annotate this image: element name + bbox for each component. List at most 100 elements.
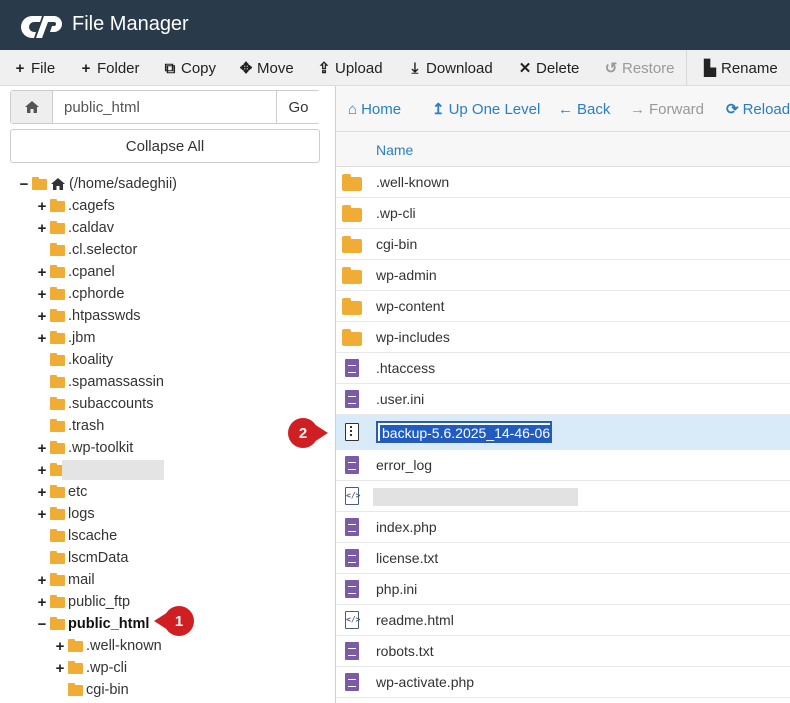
tree-item-well-known[interactable]: + .well-known (54, 636, 162, 656)
file-row-selected[interactable]: backup-5.6.2025_14-46-06 (336, 415, 790, 450)
tree-item-subaccounts[interactable]: .subaccounts (50, 394, 153, 414)
tree-item-wp-cli[interactable]: + .wp-cli (54, 658, 127, 678)
tree-item-lscache[interactable]: lscache (50, 526, 117, 546)
restore-button[interactable]: ↺ Restore (603, 50, 675, 86)
tree-item-home[interactable]: − (/home/sadeghii) (18, 174, 177, 194)
file-row[interactable]: </> (336, 481, 790, 512)
expand-icon[interactable]: + (36, 572, 48, 589)
tree-item-mail[interactable]: + mail (36, 570, 95, 590)
expand-icon[interactable]: + (36, 330, 48, 347)
folder-icon (68, 682, 83, 696)
tree-item-wp-toolkit[interactable]: + .wp-toolkit (36, 438, 134, 458)
tree-item-label: .cl.selector (68, 242, 138, 258)
tree-item-label: .well-known (86, 638, 162, 654)
expand-icon[interactable]: + (36, 308, 48, 325)
file-row[interactable]: robots.txt (336, 636, 790, 667)
tree-item-spamassassin[interactable]: .spamassassin (50, 372, 164, 392)
reload-button[interactable]: ⟳ Reload (726, 86, 790, 132)
file-row[interactable]: cgi-bin (336, 229, 790, 260)
tree-item-etc[interactable]: + etc (36, 482, 88, 502)
folder-icon (50, 572, 65, 586)
file-row[interactable]: wp-includes (336, 322, 790, 353)
file-row[interactable]: .wp-cli (336, 198, 790, 229)
expand-icon[interactable]: + (36, 484, 48, 501)
tree-item-cphorde[interactable]: + .cphorde (36, 284, 125, 304)
tree-item-label: .cphorde (68, 286, 125, 302)
folder-open-icon (50, 616, 65, 630)
file-row[interactable]: php.ini (336, 574, 790, 605)
arrow-left-icon: ← (558, 100, 573, 118)
rename-button[interactable]: ▙ Rename (702, 50, 777, 86)
tree-item-lscmdata[interactable]: lscmData (50, 548, 128, 568)
tree-item-logs[interactable]: + logs (36, 504, 95, 524)
file-row[interactable]: wp-activate.php (336, 667, 790, 698)
upload-icon: ⇪ (317, 60, 331, 77)
file-row[interactable]: error_log (336, 450, 790, 481)
home-button[interactable] (11, 91, 53, 123)
tree-item-public-ftp[interactable]: + public_ftp (36, 592, 130, 612)
expand-icon[interactable]: + (54, 638, 66, 655)
redacted-label (373, 488, 578, 506)
folder-icon (50, 594, 65, 608)
expand-icon[interactable]: + (36, 462, 48, 479)
expand-icon[interactable]: + (36, 506, 48, 523)
expand-icon[interactable]: + (36, 440, 48, 457)
expand-icon[interactable]: + (54, 660, 66, 677)
folder-icon (50, 440, 65, 454)
forward-button[interactable]: → Forward (630, 86, 704, 132)
file-row[interactable]: .htaccess (336, 353, 790, 384)
home-nav-button[interactable]: ⌂ Home (348, 86, 401, 132)
file-row[interactable]: .user.ini (336, 384, 790, 415)
collapse-icon[interactable]: − (18, 176, 30, 193)
file-row[interactable]: license.txt (336, 543, 790, 574)
expand-icon[interactable]: + (36, 198, 48, 215)
file-row[interactable]: .well-known (336, 167, 790, 198)
path-input[interactable] (53, 91, 277, 123)
copy-button[interactable]: ⧉ Copy (162, 50, 216, 86)
go-button[interactable]: Go (276, 91, 320, 123)
new-folder-button[interactable]: + Folder (78, 50, 140, 86)
tree-item-koality[interactable]: .koality (50, 350, 113, 370)
expand-icon[interactable]: + (36, 286, 48, 303)
tree-item-public-html[interactable]: − public_html (36, 614, 150, 634)
up-one-level-button[interactable]: ↥ Up One Level (432, 86, 540, 132)
tree-item-jbm[interactable]: + .jbm (36, 328, 96, 348)
tree-item-htpasswds[interactable]: + .htpasswds (36, 306, 141, 326)
cpanel-logo[interactable] (20, 12, 66, 40)
expand-icon[interactable]: + (36, 220, 48, 237)
download-button[interactable]: ⤓ Download (407, 50, 493, 86)
column-header-name[interactable]: Name (376, 142, 413, 158)
text-file-icon (342, 390, 362, 409)
move-button[interactable]: ✥ Move (238, 50, 294, 86)
upload-button[interactable]: ⇪ Upload (316, 50, 383, 86)
reload-icon: ⟳ (726, 101, 739, 118)
new-file-button[interactable]: + File (12, 50, 56, 86)
tree-item-cgi-bin[interactable]: cgi-bin (68, 680, 129, 700)
home-icon (51, 178, 65, 190)
tree-item-label: etc (68, 484, 88, 500)
collapse-all-button[interactable]: Collapse All (10, 129, 320, 163)
text-file-icon (342, 456, 362, 475)
text-file-icon (342, 359, 362, 378)
tree-item-cagefs[interactable]: + .cagefs (36, 196, 115, 216)
home-icon (24, 101, 39, 113)
collapse-icon[interactable]: − (36, 616, 48, 633)
file-row[interactable]: index.php (336, 512, 790, 543)
file-row[interactable]: wp-admin (336, 260, 790, 291)
rename-input[interactable]: backup-5.6.2025_14-46-06 (376, 421, 553, 443)
delete-button[interactable]: ✕ Delete (517, 50, 580, 86)
text-file-icon (342, 580, 362, 599)
tree-item-caldav[interactable]: + .caldav (36, 218, 114, 238)
file-row[interactable]: </> readme.html (336, 605, 790, 636)
tree-item-cl-selector[interactable]: .cl.selector (50, 240, 137, 260)
file-row[interactable]: wp-content (336, 291, 790, 322)
tree-item-trash[interactable]: .trash (50, 416, 104, 436)
plus-icon: + (15, 59, 25, 77)
expand-icon[interactable]: + (36, 594, 48, 611)
arrow-right-icon: → (630, 100, 645, 118)
tree-item-cpanel[interactable]: + .cpanel (36, 262, 115, 282)
copy-icon: ⧉ (164, 59, 176, 77)
annotation-badge-2: 2 (288, 418, 328, 448)
back-button[interactable]: ← Back (558, 86, 610, 132)
expand-icon[interactable]: + (36, 264, 48, 281)
